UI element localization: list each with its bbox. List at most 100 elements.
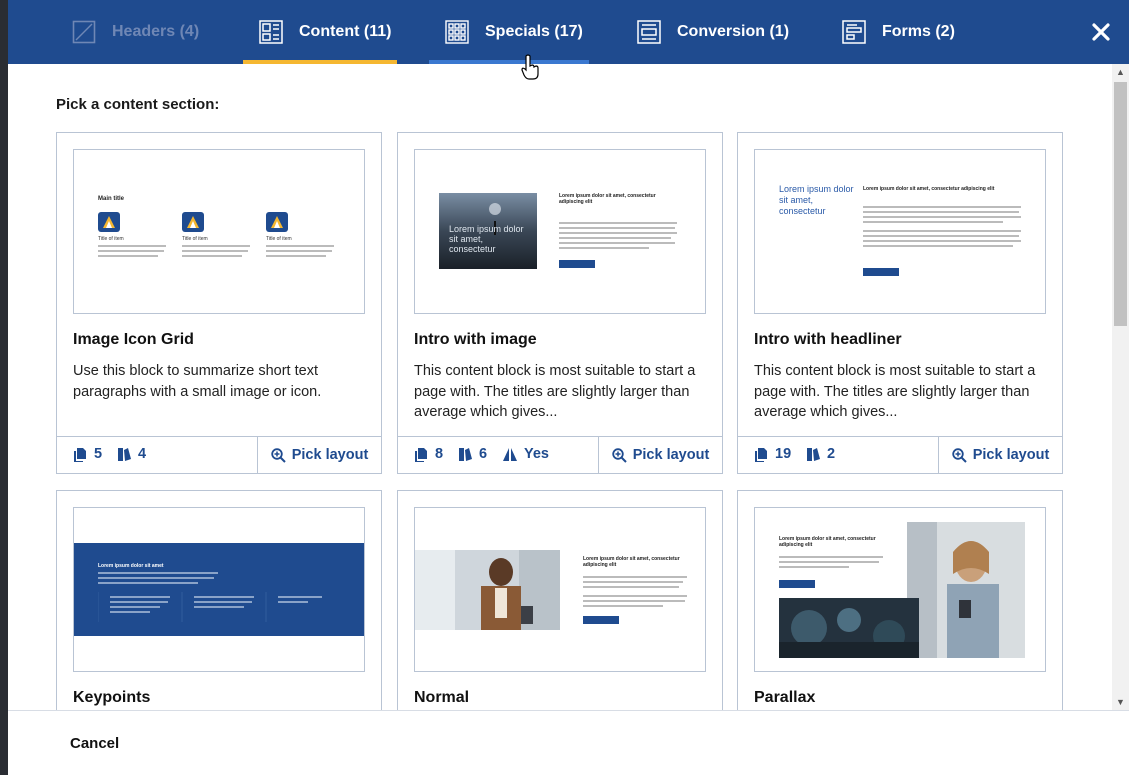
logo-icon: [182, 212, 204, 232]
card-title: Keypoints: [73, 689, 151, 706]
scrollbar-thumb[interactable]: [1114, 82, 1127, 326]
vertical-scrollbar[interactable]: ▲ ▼: [1112, 64, 1129, 710]
stat-value: 6: [479, 446, 488, 462]
stat-variants: 19: [754, 446, 791, 462]
tab-conversion[interactable]: Conversion (1): [637, 0, 789, 64]
hand-cursor-icon: [521, 54, 539, 80]
placeholder-text-lines: [779, 556, 883, 568]
tab-label: Conversion (1): [677, 23, 790, 40]
content-grid-icon: [259, 20, 283, 44]
pick-layout-label: Pick layout: [291, 447, 369, 463]
tab-label: Content (11): [299, 23, 392, 40]
thumb-text: Lorem ipsum dolor sit amet, consectetur …: [863, 186, 995, 192]
woman-photo: [907, 522, 1025, 658]
content-scroll-area[interactable]: Pick a content section: Main title Title…: [8, 64, 1129, 710]
placeholder-text-lines: [98, 572, 322, 622]
copies-icon: [755, 447, 767, 462]
card-title: Image Icon Grid: [73, 331, 194, 348]
stat-colors: 4: [117, 446, 146, 462]
tab-forms[interactable]: Forms (2): [842, 0, 955, 64]
zoom-in-icon: [612, 447, 627, 463]
zoom-in-icon: [952, 447, 967, 463]
layout-picker-modal: Headers (4) Content (11) Specials (17) C…: [8, 0, 1129, 775]
tab-specials[interactable]: Specials (17): [429, 0, 589, 64]
card-footer: 8 6 Yes Pick layout: [398, 436, 722, 473]
stat-colors: 6: [458, 446, 487, 462]
placeholder-text-lines: [98, 245, 334, 257]
copies-icon: [415, 447, 427, 462]
card-footer: 5 4 Pick layout: [57, 436, 381, 473]
pick-layout-button[interactable]: Pick layout: [938, 437, 1062, 473]
close-icon[interactable]: [1087, 18, 1115, 46]
scroll-up-icon[interactable]: ▲: [1116, 67, 1125, 77]
pick-layout-label: Pick layout: [972, 447, 1050, 463]
thumb-text: Lorem ipsum dolor sit amet, consectetur …: [559, 193, 656, 205]
stat-pyramid: Yes: [502, 446, 549, 462]
layout-card-image-icon-grid[interactable]: Main title Title of item Title of item T…: [56, 132, 382, 474]
stat-variants: 5: [73, 446, 102, 462]
swatch-icon: [807, 447, 820, 461]
forms-icon: [842, 20, 866, 44]
thumb-text: Lorem ipsum dolor sit amet, consectetur …: [779, 536, 876, 548]
section-prompt: Pick a content section:: [56, 96, 220, 113]
thumb-headliner-text: Lorem ipsum dolor sit amet, consectetur: [779, 184, 854, 216]
scroll-down-icon[interactable]: ▼: [1116, 697, 1125, 707]
tab-headers[interactable]: Headers (4): [72, 0, 199, 64]
thumb-overlay-text: Lorem ipsum dolor sit amet, consectetur: [449, 224, 524, 254]
layout-card-normal[interactable]: Lorem ipsum dolor sit amet, consectetur …: [397, 490, 723, 710]
stat-value: 5: [94, 446, 103, 462]
pyramid-icon: [503, 447, 517, 461]
headers-icon: [72, 20, 96, 44]
pick-layout-label: Pick layout: [632, 447, 710, 463]
card-title: Parallax: [754, 689, 816, 706]
card-description: This content block is most suitable to s…: [414, 363, 696, 420]
tab-label: Specials (17): [485, 23, 583, 40]
stat-value: Yes: [524, 446, 549, 462]
placeholder-text-lines: [863, 206, 1021, 247]
card-title: Intro with headliner: [754, 331, 902, 348]
stat-value: 8: [435, 446, 444, 462]
thumb-button: [559, 260, 595, 268]
stat-variants: 8: [414, 446, 443, 462]
layout-thumbnail: Lorem ipsum dolor sit amet, consectetur …: [414, 149, 706, 314]
card-title: Intro with image: [414, 331, 537, 348]
tab-label: Forms (2): [882, 23, 955, 40]
copies-icon: [74, 447, 86, 462]
thumb-text: Lorem ipsum dolor sit amet: [98, 563, 164, 569]
thumb-text: Main title: [98, 196, 125, 202]
zoom-in-icon: [271, 447, 286, 463]
layout-thumbnail: Main title Title of item Title of item T…: [73, 149, 365, 314]
layout-thumbnail: Lorem ipsum dolor sit amet: [73, 507, 365, 672]
layout-thumbnail: Lorem ipsum dolor sit amet, consectetur …: [754, 149, 1046, 314]
logo-icon: [98, 212, 120, 232]
businessman-photo: [415, 550, 560, 630]
layout-card-parallax[interactable]: Lorem ipsum dolor sit amet, consectetur …: [737, 490, 1063, 710]
tab-bar: Headers (4) Content (11) Specials (17) C…: [8, 0, 1129, 64]
conversion-icon: [637, 20, 661, 44]
tab-label: Headers (4): [112, 23, 200, 40]
specials-grid-icon: [445, 20, 469, 44]
layout-card-keypoints[interactable]: Lorem ipsum dolor sit amet Keypoints: [56, 490, 382, 710]
card-description: This content block is most suitable to s…: [754, 363, 1036, 420]
placeholder-text-lines: [583, 576, 687, 607]
layout-card-intro-with-image[interactable]: Lorem ipsum dolor sit amet, consectetur …: [397, 132, 723, 474]
layout-card-intro-with-headliner[interactable]: Lorem ipsum dolor sit amet, consectetur …: [737, 132, 1063, 474]
thumb-button: [863, 268, 899, 276]
thumb-text: Title of item: [182, 236, 208, 242]
stat-colors: 2: [806, 446, 835, 462]
pick-layout-button[interactable]: Pick layout: [598, 437, 722, 473]
pick-layout-button[interactable]: Pick layout: [257, 437, 381, 473]
stat-value: 2: [827, 446, 836, 462]
thumb-button: [583, 616, 619, 624]
forest-photo: [779, 598, 919, 658]
modal-footer: Cancel: [8, 710, 1129, 775]
logo-icon: [266, 212, 288, 232]
layout-thumbnail: Lorem ipsum dolor sit amet, consectetur …: [754, 507, 1046, 672]
card-title: Normal: [414, 689, 470, 706]
tab-content[interactable]: Content (11): [243, 0, 397, 64]
swatch-icon: [118, 447, 131, 461]
placeholder-text-lines: [559, 222, 677, 249]
stat-value: 19: [775, 446, 792, 462]
cancel-button[interactable]: Cancel: [70, 735, 119, 752]
thumb-text: Title of item: [98, 236, 124, 242]
